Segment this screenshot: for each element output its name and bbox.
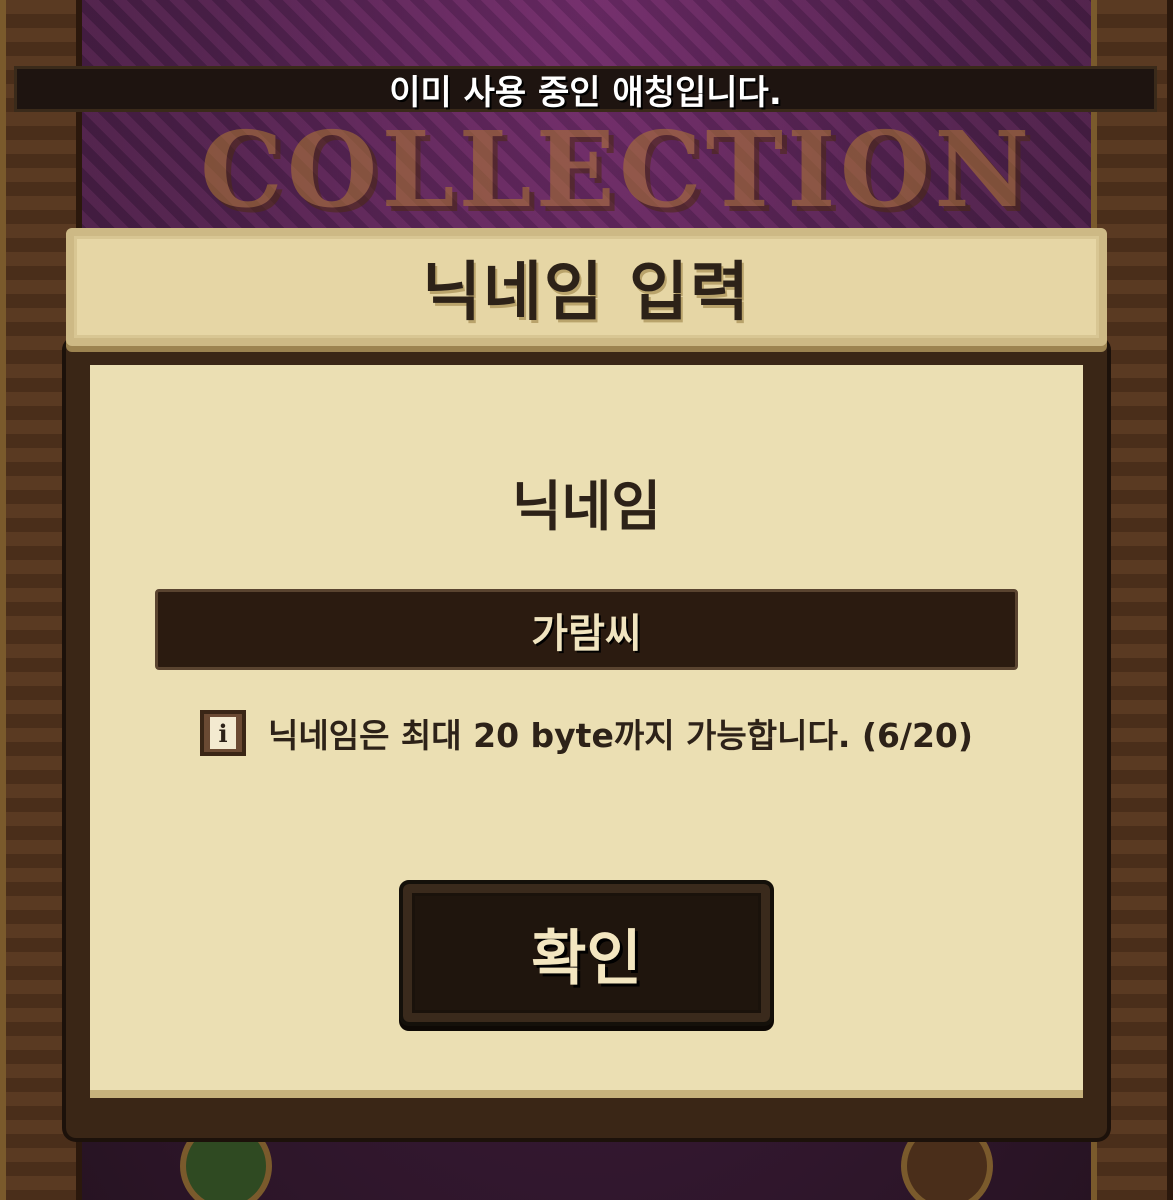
toast-notification: 이미 사용 중인 애칭입니다.: [14, 66, 1157, 113]
collection-banner: COLLECTION: [200, 108, 1034, 231]
info-icon: i: [200, 710, 246, 756]
confirm-button[interactable]: 확인: [399, 880, 774, 1026]
nickname-input-value: 가람씨: [531, 610, 642, 657]
confirm-button-label: 확인: [531, 923, 642, 994]
nickname-input[interactable]: 가람씨: [155, 589, 1018, 670]
dialog-title: 닉네임 입력: [422, 256, 751, 330]
nickname-label: 닉네임: [511, 475, 662, 538]
nickname-hint-text: 닉네임은 최대 20 byte까지 가능합니다. (6/20): [268, 716, 973, 755]
dialog-header: 닉네임 입력: [66, 228, 1107, 346]
toast-message: 이미 사용 중인 애칭입니다.: [389, 72, 782, 113]
nickname-hint: i 닉네임은 최대 20 byte까지 가능합니다. (6/20): [200, 710, 973, 756]
info-icon-glyph: i: [210, 717, 236, 749]
